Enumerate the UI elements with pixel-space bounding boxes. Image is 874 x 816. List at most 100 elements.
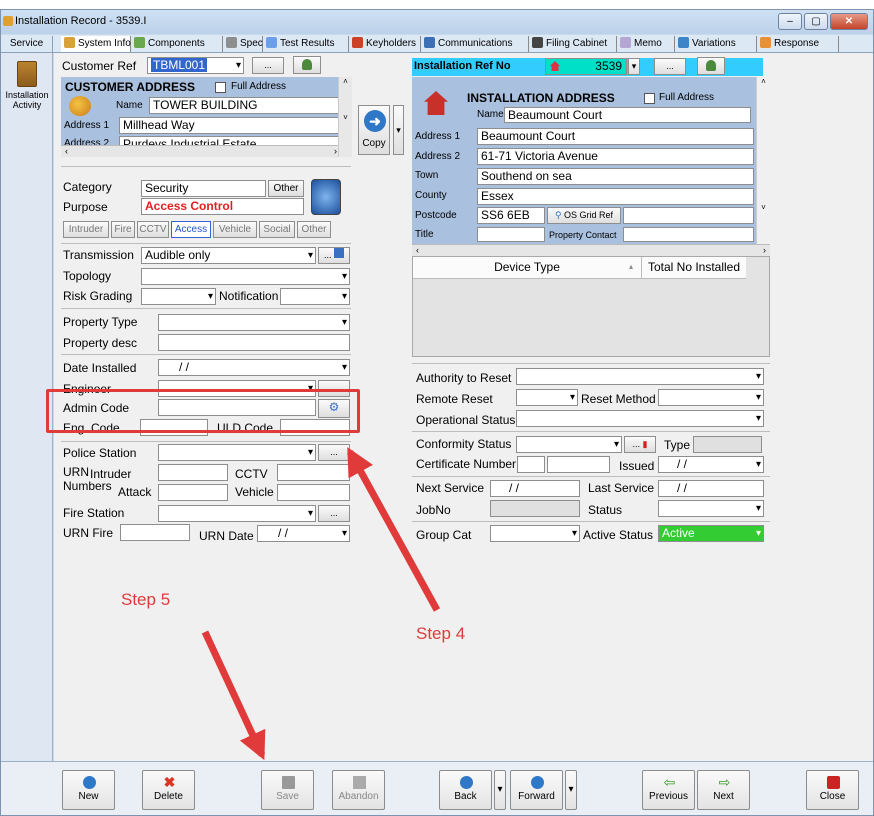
jobno-field[interactable] — [490, 500, 580, 517]
category-field[interactable]: Security — [141, 180, 266, 197]
os-grid-ref-button[interactable]: ⚲ OS Grid Ref — [547, 207, 621, 224]
transmission-select[interactable]: Audible only — [141, 247, 316, 264]
installation-address1-field[interactable]: Beaumount Court — [477, 128, 754, 145]
back-dropdown[interactable]: ▾ — [494, 770, 506, 810]
save-button[interactable]: Save — [261, 770, 314, 810]
abandon-button[interactable]: Abandon — [332, 770, 385, 810]
installation-address2-field[interactable]: 61-71 Victoria Avenue — [477, 148, 754, 165]
customer-ref-select[interactable]: TBML001 — [147, 57, 244, 74]
reset-method-select[interactable] — [658, 389, 764, 406]
fire-station-lookup-button[interactable]: ... — [318, 505, 350, 522]
installation-postcode-field[interactable]: SS6 6EB — [477, 207, 545, 224]
tab-test-results[interactable]: Test Results — [263, 36, 349, 52]
customer-address1-field[interactable]: Millhead Way — [119, 117, 341, 134]
person-icon — [706, 60, 716, 71]
active-status-select[interactable]: Active — [658, 525, 764, 542]
type-vehicle-button[interactable]: Vehicle — [213, 221, 257, 238]
status-select[interactable] — [658, 500, 764, 517]
authority-reset-select[interactable] — [516, 368, 764, 385]
certificate-prefix-field[interactable] — [517, 456, 545, 473]
last-service-field[interactable]: / / — [658, 480, 764, 497]
transmission-lookup-button[interactable]: ... — [318, 247, 350, 264]
tab-memo[interactable]: Memo — [617, 36, 675, 52]
fire-station-select[interactable] — [158, 505, 316, 522]
urn-fire-field[interactable] — [120, 524, 190, 541]
copy-dropdown-button[interactable]: ▾ — [393, 105, 404, 155]
conformity-lookup-button[interactable]: ... ▮ — [624, 436, 656, 453]
forward-dropdown[interactable]: ▾ — [565, 770, 577, 810]
issued-date-field[interactable]: / / — [658, 456, 764, 473]
property-type-select[interactable] — [158, 314, 350, 331]
installation-ref-dropdown[interactable]: ▾ — [628, 58, 640, 75]
back-button[interactable]: Back — [439, 770, 492, 810]
urn-intruder-field[interactable] — [158, 464, 228, 481]
conformity-status-select[interactable] — [516, 436, 622, 453]
notification-select[interactable] — [280, 288, 350, 305]
police-station-lookup-button[interactable]: ... — [318, 444, 350, 461]
installation-title-field[interactable] — [477, 227, 545, 242]
type-fire-button[interactable]: Fire — [111, 221, 135, 238]
forward-button[interactable]: Forward — [510, 770, 563, 810]
certificate-number-field[interactable] — [547, 456, 610, 473]
full-address-checkbox[interactable] — [215, 82, 226, 93]
group-cat-select[interactable] — [490, 525, 580, 542]
tab-spec[interactable]: Spec — [223, 36, 263, 52]
close-window-button[interactable]: ✕ — [830, 13, 868, 30]
installation-town-field[interactable]: Southend on sea — [477, 168, 754, 185]
next-service-field[interactable]: / / — [490, 480, 580, 497]
category-other-button[interactable]: Other — [268, 180, 304, 197]
previous-button[interactable]: ⇦ Previous — [642, 770, 695, 810]
installation-lookup-button[interactable]: ... — [654, 58, 686, 75]
tab-filing-cabinet[interactable]: Filing Cabinet — [529, 36, 617, 52]
close-button[interactable]: Close — [806, 770, 859, 810]
type-other-button[interactable]: Other — [297, 221, 331, 238]
purpose-field[interactable]: Access Control — [141, 198, 304, 215]
date-installed-field[interactable]: / / — [158, 359, 350, 376]
tab-system-info[interactable]: System Info — [61, 36, 131, 52]
customer-lookup-button[interactable]: ... — [252, 57, 284, 74]
customer-v-scrollbar[interactable]: ˄ ˅ — [338, 77, 352, 157]
risk-grading-select[interactable] — [141, 288, 216, 305]
installation-name-field[interactable]: Beaumount Court — [504, 107, 751, 123]
remote-reset-select[interactable] — [516, 389, 578, 406]
urn-vehicle-field[interactable] — [277, 484, 350, 501]
urn-date-field[interactable]: / / — [257, 525, 350, 542]
property-contact-field[interactable] — [623, 227, 754, 242]
customer-contact-button[interactable] — [293, 56, 321, 74]
tab-keyholders[interactable]: Keyholders — [349, 36, 421, 52]
tab-communications[interactable]: Communications — [421, 36, 529, 52]
property-desc-field[interactable] — [158, 334, 350, 351]
installation-contact-button[interactable] — [697, 57, 725, 75]
tab-variations[interactable]: Variations — [675, 36, 757, 52]
total-installed-header[interactable]: Total No Installed — [642, 257, 746, 279]
police-station-select[interactable] — [158, 444, 316, 461]
copy-arrow-button[interactable]: ➜ Copy — [358, 105, 390, 155]
type-access-button[interactable]: Access — [171, 221, 211, 238]
new-button[interactable]: New — [62, 770, 115, 810]
os-grid-ref-field[interactable] — [623, 207, 754, 224]
tab-components[interactable]: Components — [131, 36, 223, 52]
customer-h-scrollbar[interactable]: ‹ › — [61, 145, 341, 157]
installation-activity-item[interactable]: Installation Activity — [1, 61, 53, 110]
type-cctv-button[interactable]: CCTV — [137, 221, 169, 238]
tab-response[interactable]: Response — [757, 36, 839, 52]
installation-full-address-checkbox[interactable] — [644, 93, 655, 104]
urn-cctv-field[interactable] — [277, 464, 350, 481]
device-type-header[interactable]: Device Type ▴ — [413, 257, 642, 279]
type-intruder-button[interactable]: Intruder — [63, 221, 109, 238]
installation-ref-field[interactable]: 3539 — [545, 58, 627, 75]
urn-attack-field[interactable] — [158, 484, 228, 501]
delete-button[interactable]: ✖ Delete — [142, 770, 195, 810]
next-button[interactable]: ⇨ Next — [697, 770, 750, 810]
type-field[interactable] — [693, 436, 762, 453]
topology-select[interactable] — [141, 268, 350, 285]
minimize-button[interactable]: – — [778, 13, 802, 30]
installation-v-scrollbar[interactable]: ˄ ˅ — [756, 77, 770, 244]
installation-h-scrollbar[interactable]: ‹ › — [412, 244, 770, 256]
type-social-button[interactable]: Social — [259, 221, 295, 238]
installation-county-field[interactable]: Essex — [477, 188, 754, 205]
customer-name-field[interactable]: TOWER BUILDING — [149, 97, 339, 114]
maximize-button[interactable]: ▢ — [804, 13, 828, 30]
tab-service[interactable]: Service — [1, 36, 53, 52]
operational-status-select[interactable] — [516, 410, 764, 427]
